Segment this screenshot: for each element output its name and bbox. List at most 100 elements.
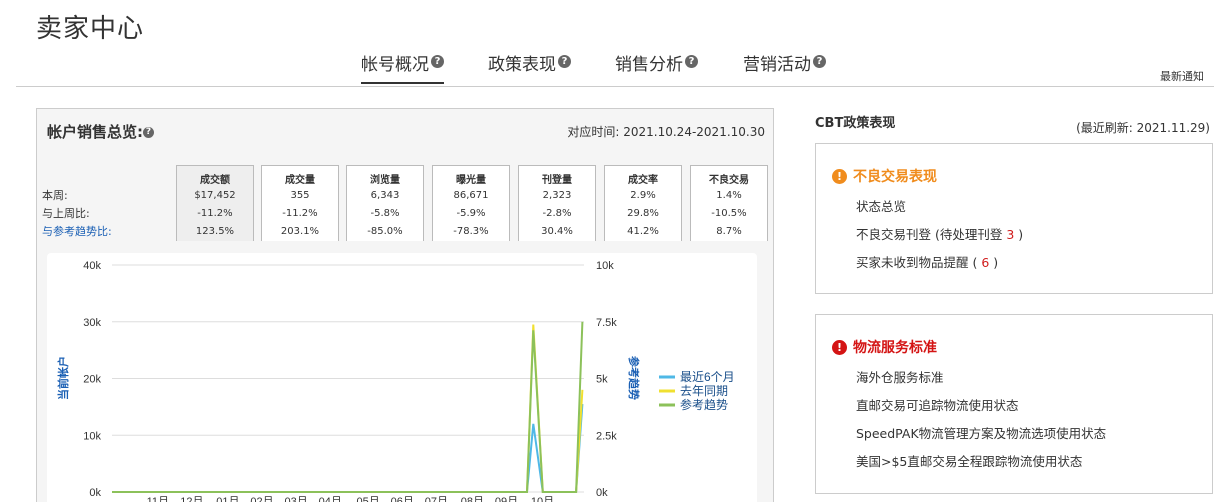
account-sales-overview-panel: 帐户销售总览:? 对应时间: 2021.10.24-2021.10.30 本周:… — [36, 108, 774, 502]
logistics-heading: ! 物流服务标准 — [832, 337, 937, 357]
legend-label: 去年同期 — [680, 384, 728, 398]
metric-this-week: 1.4% — [716, 190, 742, 201]
metric-vs-reference: 123.5% — [195, 226, 235, 237]
x-tick-label: 11月 — [147, 496, 169, 502]
y2-tick-label: 7.5k — [596, 317, 617, 329]
y2-axis-label: 参考趋势 — [627, 356, 641, 400]
not-received-count: 6 — [981, 255, 990, 270]
metric-gmv[interactable]: 成交额 $17,452 -11.2% 123.5% — [176, 165, 254, 241]
item-not-received-link[interactable]: 买家未收到物品提醒 ( 6 ) — [856, 252, 998, 271]
bad-transaction-heading: ! 不良交易表现 — [832, 166, 937, 186]
metric-title: 成交率 — [628, 175, 658, 186]
pending-listing-count: 3 — [1006, 227, 1015, 242]
y-tick-label: 40k — [83, 260, 101, 272]
x-tick-label: 04月 — [319, 496, 342, 502]
logistics-title: 物流服务标准 — [853, 340, 937, 356]
metric-vs-last-week: -10.5% — [711, 208, 747, 219]
y2-tick-label: 10k — [596, 260, 614, 272]
x-tick-label: 01月 — [216, 496, 239, 502]
direct-tracking-link[interactable]: 直邮交易可追踪物流使用状态 — [856, 395, 1019, 414]
warning-icon: ! — [832, 168, 847, 184]
metric-title: 刊登量 — [542, 175, 572, 186]
metric-vs-last-week: -5.8% — [370, 208, 400, 219]
y-tick-label: 0k — [89, 487, 101, 499]
tab-account-overview[interactable]: 帐号概况 ? — [361, 50, 444, 84]
chart-svg: 40k 10k 30k 7.5k 20k 5k 10k 2.5k 0k 0k 11月 12月 01月 02… — [56, 260, 735, 502]
y-tick-label: 30k — [83, 317, 101, 329]
help-icon[interactable]: ? — [143, 127, 154, 138]
metric-views[interactable]: 浏览量 6,343 -5.8% -85.0% — [346, 165, 424, 241]
row-label-vs-reference[interactable]: 与参考趋势比: — [42, 223, 112, 241]
tab-label: 政策表现 — [488, 55, 556, 75]
metric-vs-reference: 8.7% — [716, 226, 742, 237]
metric-vs-last-week: -11.2% — [282, 208, 318, 219]
tab-label: 营销活动 — [743, 55, 811, 75]
row-label-vs-last-week: 与上周比: — [42, 207, 90, 220]
help-icon[interactable]: ? — [558, 55, 571, 68]
page-title: 卖家中心 — [36, 14, 145, 44]
metric-title: 曝光量 — [456, 175, 486, 186]
us-full-tracking-link[interactable]: 美国>$5直邮交易全程跟踪物流使用状态 — [856, 451, 1082, 470]
metric-title: 浏览量 — [370, 175, 400, 186]
metric-transactions[interactable]: 成交量 355 -11.2% 203.1% — [261, 165, 339, 241]
series-line — [112, 403, 584, 493]
bad-transaction-card: ! 不良交易表现 状态总览 不良交易刊登 (待处理刊登 3 ) 买家未收到物品提… — [815, 143, 1213, 294]
speedpak-link[interactable]: SpeedPAK物流管理方案及物流选项使用状态 — [856, 423, 1106, 442]
period-label: 对应时间: 2021.10.24-2021.10.30 — [567, 125, 765, 139]
bad-transaction-title: 不良交易表现 — [853, 169, 937, 185]
metric-this-week: $17,452 — [194, 190, 236, 201]
metric-this-week: 86,671 — [453, 190, 489, 201]
legend-label: 参考趋势 — [680, 397, 728, 412]
legend-label: 最近6个月 — [680, 370, 735, 384]
x-tick-label: 09月 — [495, 496, 518, 502]
cbt-title: CBT政策表现 — [815, 116, 896, 131]
overseas-warehouse-link[interactable]: 海外仓服务标准 — [856, 367, 944, 386]
row-label-this-week: 本周: — [42, 189, 68, 202]
metric-conversion-rate[interactable]: 成交率 2.9% 29.8% 41.2% — [604, 165, 682, 241]
metric-vs-reference: 41.2% — [627, 226, 659, 237]
help-icon[interactable]: ? — [431, 55, 444, 68]
metric-vs-reference: 30.4% — [541, 226, 573, 237]
y-axis-label: 当前帐户 — [56, 356, 70, 400]
top-nav: 帐号概况 ? 政策表现 ? 销售分析 ? 营销活动 ? 最新通知 — [0, 46, 1230, 88]
metric-vs-reference: 203.1% — [280, 226, 320, 237]
nav-divider — [16, 86, 1214, 87]
metric-listings[interactable]: 刊登量 2,323 -2.8% 30.4% — [518, 165, 596, 241]
status-overview-link[interactable]: 状态总览 — [856, 196, 906, 215]
metric-title: 不良交易 — [709, 175, 749, 186]
panel-title: 帐户销售总览:? — [47, 121, 154, 142]
bad-transaction-listing-link[interactable]: 不良交易刊登 (待处理刊登 3 ) — [856, 224, 1023, 243]
metric-vs-last-week: -11.2% — [197, 208, 233, 219]
metric-impressions[interactable]: 曝光量 86,671 -5.9% -78.3% — [432, 165, 510, 241]
metric-this-week: 6,343 — [370, 190, 400, 201]
help-icon[interactable]: ? — [685, 55, 698, 68]
tab-policy-performance[interactable]: 政策表现 ? — [488, 50, 571, 84]
metric-vs-last-week: 29.8% — [627, 208, 659, 219]
metric-title: 成交量 — [285, 175, 315, 186]
y-tick-label: 10k — [83, 430, 101, 442]
tab-sales-analysis[interactable]: 销售分析 ? — [615, 50, 698, 84]
x-tick-label: 06月 — [391, 496, 414, 502]
x-tick-label: 08月 — [461, 496, 484, 502]
y2-tick-label: 2.5k — [596, 430, 617, 442]
x-tick-label: 10月 — [531, 496, 554, 502]
tab-label: 帐号概况 — [361, 55, 429, 75]
series-line — [112, 324, 584, 493]
tab-marketing[interactable]: 营销活动 ? — [743, 50, 826, 84]
series-line — [112, 321, 584, 493]
error-icon: ! — [832, 339, 847, 355]
metric-this-week: 2,323 — [542, 190, 572, 201]
metric-vs-reference: -78.3% — [453, 226, 489, 237]
metric-this-week: 355 — [290, 190, 310, 201]
metric-defect-rate[interactable]: 不良交易 1.4% -10.5% 8.7% — [690, 165, 768, 241]
x-tick-label: 05月 — [357, 496, 380, 502]
x-tick-label: 07月 — [425, 496, 448, 502]
x-tick-label: 12月 — [180, 496, 203, 502]
y2-tick-label: 5k — [596, 374, 608, 386]
x-tick-label: 02月 — [250, 496, 273, 502]
latest-notice-link[interactable]: 最新通知 — [1160, 68, 1204, 84]
metric-title: 成交额 — [200, 175, 230, 186]
logistics-card: ! 物流服务标准 海外仓服务标准 直邮交易可追踪物流使用状态 SpeedPAK物… — [815, 314, 1213, 494]
help-icon[interactable]: ? — [813, 55, 826, 68]
y-tick-label: 20k — [83, 374, 101, 386]
